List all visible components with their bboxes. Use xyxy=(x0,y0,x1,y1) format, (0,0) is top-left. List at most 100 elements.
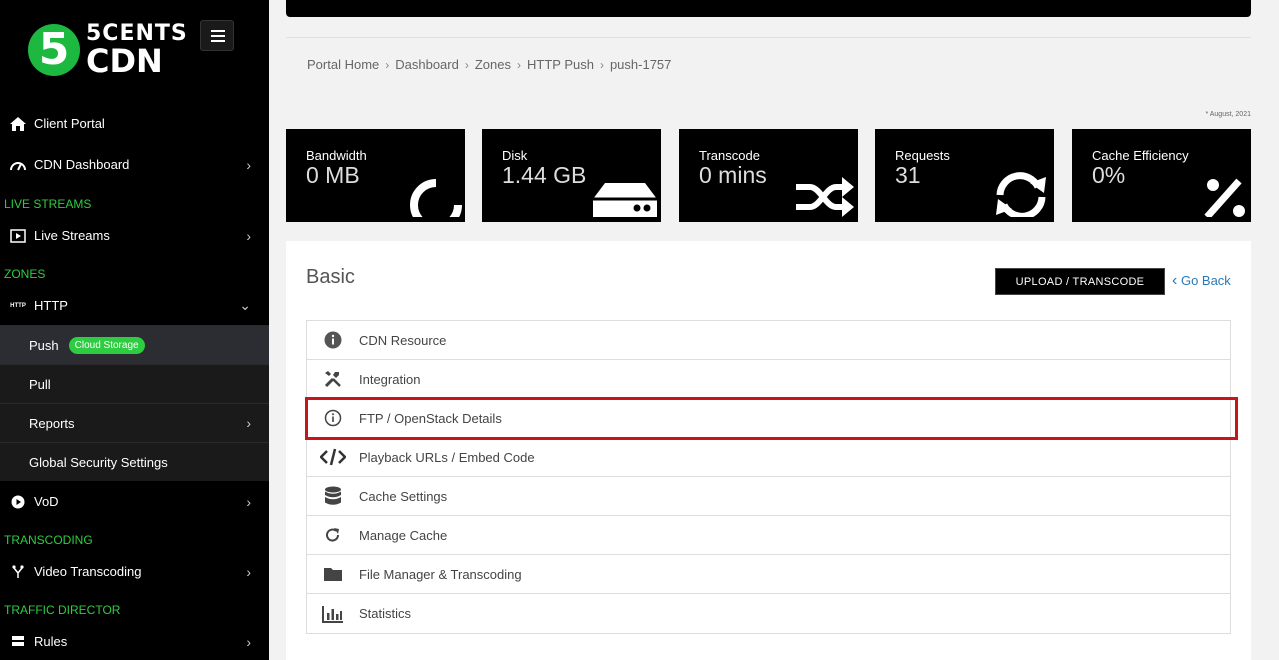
code-icon xyxy=(307,448,359,466)
stat-value: 0 MB xyxy=(306,162,360,188)
folder-icon xyxy=(307,566,359,582)
date-note: * August, 2021 xyxy=(1205,111,1251,118)
breadcrumb-item[interactable]: HTTP Push xyxy=(527,57,594,72)
breadcrumb-item[interactable]: Portal Home xyxy=(307,57,379,72)
play-circle-icon xyxy=(8,495,28,509)
list-item-label: FTP / OpenStack Details xyxy=(359,410,502,426)
percent-icon xyxy=(1201,177,1249,222)
go-back-link[interactable]: ‹ Go Back xyxy=(1172,272,1231,290)
stat-label: Bandwidth xyxy=(306,148,367,163)
tools-icon xyxy=(307,370,359,388)
sidebar-item-reports[interactable]: Reports › xyxy=(0,403,269,442)
breadcrumb-item[interactable]: Zones xyxy=(475,57,511,72)
list-item-label: Statistics xyxy=(359,606,412,621)
chevron-right-icon: › xyxy=(246,228,251,244)
list-item-cache-settings[interactable]: Cache Settings xyxy=(307,477,1230,516)
sidebar-item-label: Global Security Settings xyxy=(29,454,168,470)
stat-value: 31 xyxy=(895,162,921,188)
list-item-integration[interactable]: Integration xyxy=(307,360,1230,399)
code-fork-icon xyxy=(8,564,28,579)
stat-card-transcode: Transcode 0 mins xyxy=(679,129,858,222)
basic-panel: Basic UPLOAD / TRANSCODE ‹ Go Back CDN R… xyxy=(286,241,1251,660)
sidebar-item-label: Video Transcoding xyxy=(34,564,142,579)
stat-label: Disk xyxy=(502,148,528,163)
sidebar-item-label: Reports xyxy=(29,415,75,431)
sidebar-item-video-transcoding[interactable]: Video Transcoding › xyxy=(0,552,269,591)
chevron-right-icon: › xyxy=(246,494,251,510)
sidebar: 5 5CENTS CDN Client Portal CDN Dashboard… xyxy=(0,0,269,660)
database-icon xyxy=(307,486,359,506)
play-square-icon xyxy=(8,228,28,243)
chevron-right-icon: › xyxy=(464,57,469,72)
list-item-statistics[interactable]: Statistics xyxy=(307,594,1230,633)
go-back-label: Go Back xyxy=(1180,273,1231,288)
logo-circle: 5 xyxy=(28,24,80,76)
breadcrumb: Portal Home › Dashboard › Zones › HTTP P… xyxy=(307,57,671,72)
logo-text-line2: CDN xyxy=(86,42,163,80)
random-icon xyxy=(794,173,856,222)
sidebar-item-client-portal[interactable]: Client Portal xyxy=(0,104,269,143)
sidebar-item-rules[interactable]: Rules › xyxy=(0,622,269,660)
sidebar-item-vod[interactable]: VoD › xyxy=(0,482,269,521)
sidebar-item-label: VoD xyxy=(34,494,59,509)
breadcrumb-item[interactable]: Dashboard xyxy=(395,57,459,72)
list-item-label: Manage Cache xyxy=(359,527,448,543)
home-icon xyxy=(8,116,28,132)
sync-icon xyxy=(990,171,1052,222)
sidebar-item-pull[interactable]: Pull xyxy=(0,364,269,403)
info-circle-icon xyxy=(307,331,359,349)
redo-icon xyxy=(307,527,359,543)
stat-card-requests: Requests 31 xyxy=(875,129,1054,222)
section-label-traffic-director: TRAFFIC DIRECTOR xyxy=(4,603,121,617)
list-item-label: Playback URLs / Embed Code xyxy=(359,449,535,465)
upload-transcode-button[interactable]: UPLOAD / TRANSCODE xyxy=(995,268,1165,295)
chevron-right-icon: › xyxy=(246,415,251,431)
sidebar-item-label: CDN Dashboard xyxy=(34,157,130,172)
tachometer-icon xyxy=(8,158,28,172)
stat-card-cache-efficiency: Cache Efficiency 0% xyxy=(1072,129,1251,222)
list-item-label: Cache Settings xyxy=(359,488,448,504)
panel-title: Basic xyxy=(306,266,355,288)
logo[interactable]: 5 5CENTS CDN xyxy=(28,22,187,80)
sidebar-item-http[interactable]: HTTP HTTP ⌄ xyxy=(0,286,269,325)
hamburger-icon xyxy=(211,30,225,32)
list-item-manage-cache[interactable]: Manage Cache xyxy=(307,516,1230,555)
sidebar-item-live-streams[interactable]: Live Streams › xyxy=(0,216,269,255)
cloud-storage-badge: Cloud Storage xyxy=(68,336,145,354)
sidebar-item-global-security-settings[interactable]: Global Security Settings xyxy=(0,442,269,481)
breadcrumb-item-current: push-1757 xyxy=(609,57,672,72)
stat-label: Requests xyxy=(895,148,950,163)
http-icon: HTTP xyxy=(10,302,26,309)
sidebar-item-label: HTTP xyxy=(34,298,68,313)
chevron-right-icon: › xyxy=(517,57,521,72)
options-list: CDN Resource Integration FTP / OpenStack… xyxy=(305,320,1238,634)
sidebar-item-label: Rules xyxy=(34,634,68,649)
list-item-playback-urls[interactable]: Playback URLs / Embed Code xyxy=(307,438,1230,477)
chevron-down-icon: ⌄ xyxy=(239,297,251,313)
sidebar-item-label: Push xyxy=(29,337,59,353)
stat-label: Transcode xyxy=(699,148,760,163)
stat-value: 1.44 GB xyxy=(502,162,587,188)
bar-chart-icon xyxy=(307,605,359,623)
top-bar xyxy=(286,0,1251,17)
divider xyxy=(286,37,1251,38)
circle-notch-icon xyxy=(409,177,463,222)
sidebar-item-cdn-dashboard[interactable]: CDN Dashboard › xyxy=(0,145,269,184)
chevron-right-icon: › xyxy=(246,634,251,650)
list-item-label: Integration xyxy=(359,371,421,387)
sidebar-item-label: Client Portal xyxy=(34,116,105,131)
chevron-right-icon: › xyxy=(599,57,604,72)
list-item-file-manager[interactable]: File Manager & Transcoding xyxy=(307,555,1230,594)
chevron-right-icon: › xyxy=(246,564,251,580)
stat-label: Cache Efficiency xyxy=(1092,148,1189,163)
sidebar-item-label: Live Streams xyxy=(34,228,110,243)
list-item-cdn-resource[interactable]: CDN Resource xyxy=(307,321,1230,360)
sidebar-item-label: Pull xyxy=(29,376,51,392)
sidebar-item-push[interactable]: Push Cloud Storage xyxy=(0,325,269,364)
stat-value: 0% xyxy=(1092,162,1126,188)
menu-toggle-button[interactable] xyxy=(200,20,234,51)
list-item-ftp-openstack-details[interactable]: FTP / OpenStack Details xyxy=(305,397,1238,440)
info-outline-icon xyxy=(307,409,359,427)
list-item-label: File Manager & Transcoding xyxy=(359,566,522,582)
chevron-left-icon: ‹ xyxy=(1172,272,1178,289)
